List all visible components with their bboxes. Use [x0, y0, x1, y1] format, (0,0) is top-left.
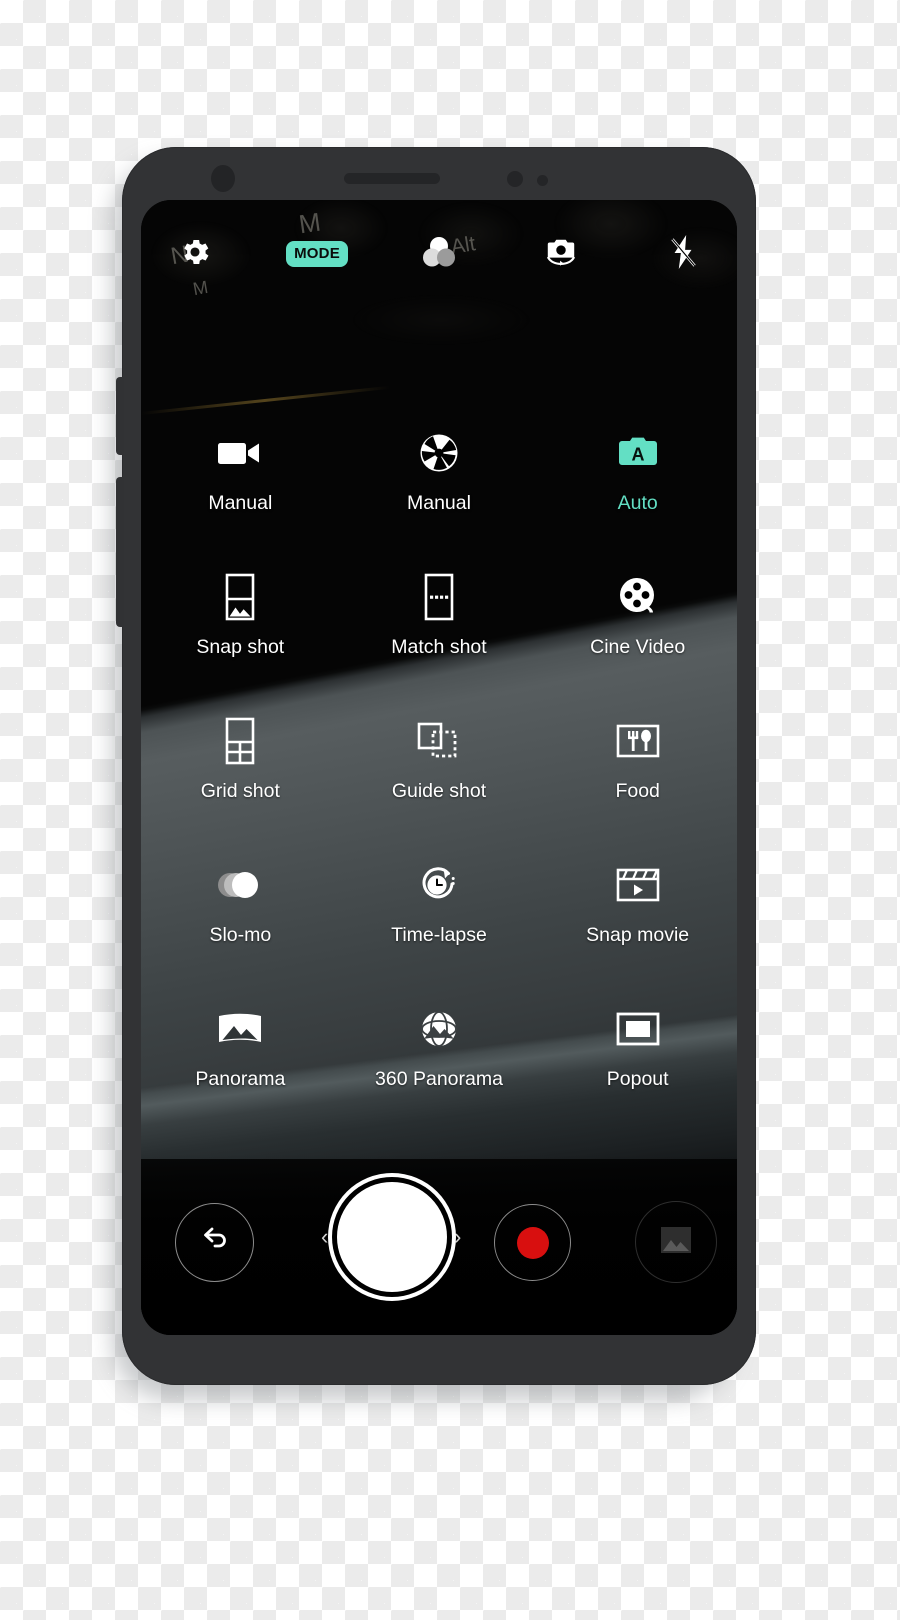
side-button-volume[interactable]: [116, 377, 124, 455]
chevron-left-icon[interactable]: ‹: [321, 1226, 328, 1248]
page-root: M N M Alt MODE Manual Manual A Auto Snap…: [0, 0, 900, 1620]
camera-top-toolbar: MODE: [141, 200, 737, 308]
mode-label: Panorama: [195, 1068, 286, 1090]
mode-grid-shot[interactable]: Grid shot: [141, 708, 340, 852]
mode-label: 360 Panorama: [375, 1068, 503, 1090]
mode-360-panorama[interactable]: 360 Panorama: [340, 996, 539, 1140]
guide-shot-icon: [416, 714, 462, 768]
video-camera-icon: [217, 426, 263, 480]
switch-camera-button[interactable]: [531, 224, 591, 284]
mode-label: Slo-mo: [209, 924, 272, 946]
mode-time-lapse[interactable]: Time-lapse: [340, 852, 539, 996]
match-shot-icon: [424, 570, 454, 624]
mode-selection-grid: Manual Manual A Auto Snap shot Match sho…: [141, 420, 737, 1140]
cutlery-icon: [615, 714, 661, 768]
mode-guide-shot[interactable]: Guide shot: [340, 708, 539, 852]
front-camera-lens: [211, 165, 235, 192]
back-button[interactable]: [175, 1203, 254, 1282]
mode-panorama[interactable]: Panorama: [141, 996, 340, 1140]
mode-label: Match shot: [391, 636, 487, 658]
mode-popout[interactable]: Popout: [538, 996, 737, 1140]
film-reel-icon: [617, 570, 659, 624]
mode-cine-video[interactable]: Cine Video: [538, 564, 737, 708]
gallery-image-icon: [659, 1225, 693, 1260]
camera-bottom-bar: ‹ ›: [141, 1159, 737, 1335]
color-filter-icon: [421, 235, 457, 274]
mode-label: Auto: [617, 492, 658, 514]
mode-food[interactable]: Food: [538, 708, 737, 852]
phone-device-frame: M N M Alt MODE Manual Manual A Auto Snap…: [116, 147, 756, 1385]
mode-label: Snap shot: [196, 636, 285, 658]
mode-manual-photo[interactable]: Manual: [340, 420, 539, 564]
mode-label: Snap movie: [586, 924, 690, 946]
auto-camera-icon: A: [616, 426, 660, 480]
mode-badge-icon: MODE: [286, 241, 348, 267]
camera-switch-icon: [542, 235, 580, 274]
svg-text:A: A: [631, 445, 644, 465]
mode-match-shot[interactable]: Match shot: [340, 564, 539, 708]
panorama-icon: [216, 1002, 264, 1056]
grid-shot-icon: [225, 714, 255, 768]
mode-label: Grid shot: [200, 780, 280, 802]
timer-clock-icon: [418, 858, 460, 912]
mode-slo-mo[interactable]: Slo-mo: [141, 852, 340, 996]
popout-icon: [615, 1002, 661, 1056]
side-button-power[interactable]: [116, 477, 124, 627]
sphere-panorama-icon: [418, 1002, 460, 1056]
mode-manual-video[interactable]: Manual: [141, 420, 340, 564]
mode-label: Time-lapse: [391, 924, 487, 946]
mode-auto[interactable]: A Auto: [538, 420, 737, 564]
proximity-sensor-icon: [507, 171, 523, 187]
slow-motion-icon: [215, 858, 265, 912]
mode-snap-movie[interactable]: Snap movie: [538, 852, 737, 996]
mode-label: Guide shot: [391, 780, 487, 802]
record-button[interactable]: [494, 1204, 571, 1281]
back-arrow-icon: [198, 1225, 232, 1260]
shutter-button[interactable]: [337, 1182, 447, 1292]
record-dot-icon: [516, 1226, 549, 1259]
settings-button[interactable]: [165, 224, 225, 284]
mode-label: Manual: [208, 492, 273, 514]
snap-shot-icon: [225, 570, 255, 624]
clapperboard-icon: [615, 858, 661, 912]
aperture-icon: [419, 426, 459, 480]
mode-label: Food: [615, 780, 660, 802]
mode-label: Popout: [606, 1068, 669, 1090]
mode-label: Manual: [407, 492, 471, 514]
earpiece-speaker: [344, 173, 440, 184]
filters-button[interactable]: [409, 224, 469, 284]
flash-button[interactable]: [653, 224, 713, 284]
light-sensor-icon: [537, 175, 548, 186]
gear-icon: [178, 235, 212, 274]
mode-snap-shot[interactable]: Snap shot: [141, 564, 340, 708]
phone-screen: M N M Alt MODE Manual Manual A Auto Snap…: [141, 200, 737, 1335]
chevron-right-icon[interactable]: ›: [454, 1226, 461, 1248]
gallery-button[interactable]: [635, 1201, 717, 1283]
mode-label: Cine Video: [590, 636, 686, 658]
flash-off-icon: [666, 234, 700, 275]
mode-button[interactable]: MODE: [286, 224, 348, 284]
